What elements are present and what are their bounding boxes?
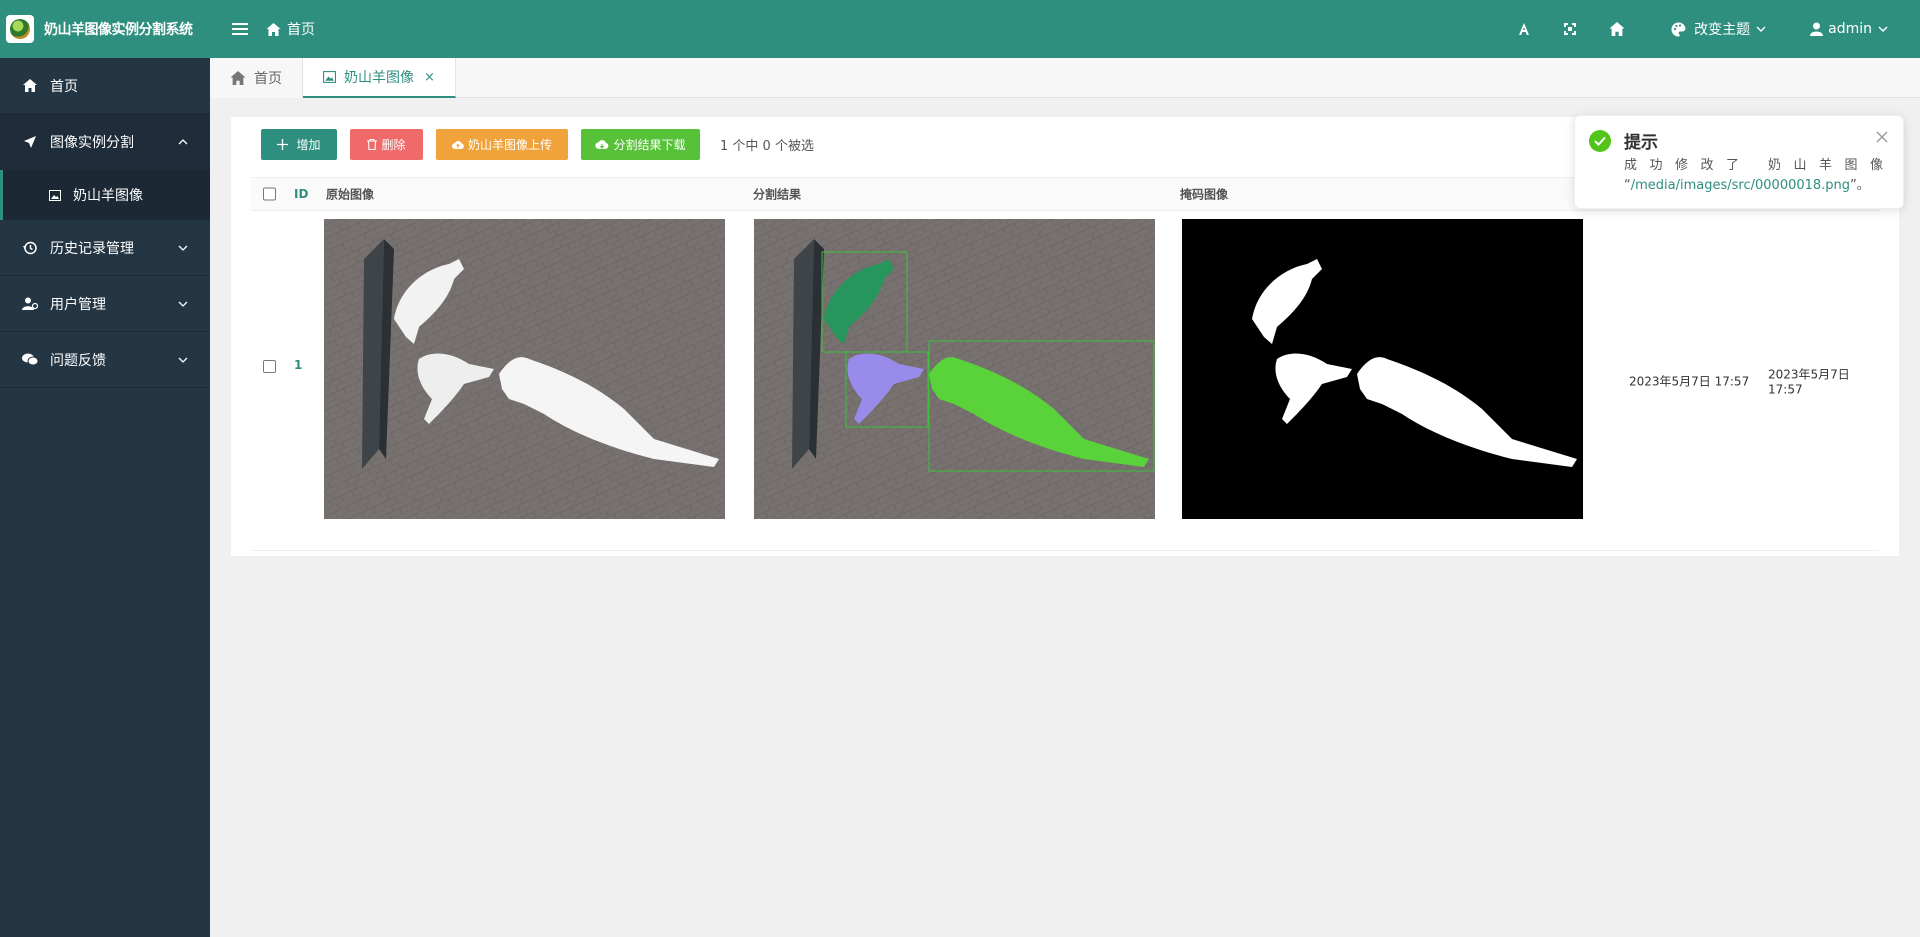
tab-label: 首页 <box>254 71 282 87</box>
sidebar-item-history[interactable]: 历史记录管理 <box>0 220 210 276</box>
header-actions: 改变主题 admin <box>1501 0 1920 58</box>
col-original-image: 原始图像 <box>326 187 375 202</box>
fullscreen-button[interactable] <box>1547 0 1593 58</box>
chevron-down-icon <box>1878 26 1888 32</box>
delete-label: 删除 <box>381 138 406 152</box>
user-icon <box>1810 22 1824 36</box>
brand: 奶山羊图像实例分割系统 <box>0 0 210 58</box>
sidebar-item-segmentation[interactable]: 图像实例分割 <box>0 114 210 170</box>
download-button[interactable]: 分割结果下载 <box>581 129 700 160</box>
selection-info: 1 个中 0 个被选 <box>720 139 814 154</box>
select-all-checkbox[interactable] <box>263 187 276 201</box>
delete-button[interactable]: 删除 <box>350 129 423 160</box>
table-row: 1 2023年5月7日 17:57 2023年5月7日 17:57 <box>251 211 1879 551</box>
sidebar-item-label: 用户管理 <box>50 296 106 313</box>
image-icon <box>323 71 336 83</box>
tab-label: 奶山羊图像 <box>344 70 414 86</box>
updated-date: 2023年5月7日 17:57 <box>1768 367 1850 396</box>
sidebar: 奶山羊图像实例分割系统 首页 图像实例分割 奶山羊图像 历史记录管理 用户管理 … <box>0 0 210 937</box>
success-check-icon <box>1589 130 1611 152</box>
sidebar-item-users[interactable]: 用户管理 <box>0 276 210 332</box>
palette-icon <box>1671 21 1686 36</box>
home-icon <box>1609 22 1625 36</box>
close-icon[interactable] <box>1875 130 1889 144</box>
top-header: 首页 改变主题 admin <box>210 0 1920 58</box>
sidebar-item-label: 奶山羊图像 <box>73 188 143 204</box>
notification-title: 提示 <box>1624 133 1658 153</box>
sidebar-item-feedback[interactable]: 问题反馈 <box>0 332 210 388</box>
add-label: 增加 <box>296 138 321 152</box>
download-label: 分割结果下载 <box>613 138 686 152</box>
sidebar-item-goat-images[interactable]: 奶山羊图像 <box>0 170 210 220</box>
notification-path: /media/images/src/00000018.png <box>1630 178 1851 193</box>
home-button[interactable] <box>1593 0 1641 58</box>
segmentation-result-image[interactable] <box>754 219 1155 519</box>
chevron-down-icon <box>1756 26 1766 32</box>
notification-path-line: “/media/images/src/00000018.png”。 <box>1624 176 1870 196</box>
created-date: 2023年5月7日 17:57 <box>1629 374 1750 388</box>
success-notification: 提示 成功修改了 奶山羊图像 “/media/images/src/000000… <box>1574 115 1904 209</box>
data-table: ID 原始图像 分割结果 掩码图像 1 2023年5月7日 17:57 2023… <box>251 177 1879 551</box>
sidebar-item-label: 历史记录管理 <box>50 240 134 257</box>
cloud-upload-icon <box>451 140 464 149</box>
plus-icon <box>277 139 289 150</box>
sidebar-item-label: 问题反馈 <box>50 352 106 369</box>
home-icon <box>266 22 281 36</box>
feedback-icon <box>22 353 38 366</box>
font-size-button[interactable] <box>1501 0 1547 58</box>
send-icon <box>22 135 38 149</box>
upload-button[interactable]: 奶山羊图像上传 <box>436 129 568 160</box>
breadcrumb-label: 首页 <box>287 22 315 38</box>
app-logo <box>6 15 34 43</box>
col-id[interactable]: ID <box>294 187 308 201</box>
sidebar-menu: 首页 图像实例分割 奶山羊图像 历史记录管理 用户管理 问题反馈 <box>0 58 210 388</box>
chevron-down-icon <box>178 301 188 307</box>
mask-image[interactable] <box>1182 219 1583 519</box>
toolbar: 增加 删除 奶山羊图像上传 分割结果下载 1 个中 0 个被选 <box>261 129 814 160</box>
sidebar-item-label: 首页 <box>50 78 78 95</box>
fullscreen-icon <box>1564 23 1577 35</box>
home-icon <box>230 71 246 85</box>
theme-dropdown[interactable]: 改变主题 <box>1641 0 1794 58</box>
row-id[interactable]: 1 <box>294 358 302 372</box>
user-manage-icon <box>22 297 38 310</box>
row-checkbox[interactable] <box>263 360 276 373</box>
tab-home[interactable]: 首页 <box>210 58 303 98</box>
chevron-up-icon <box>178 138 188 144</box>
sidebar-item-label: 图像实例分割 <box>50 134 134 151</box>
user-dropdown[interactable]: admin <box>1794 0 1920 58</box>
breadcrumb[interactable]: 首页 <box>266 19 315 39</box>
cloud-download-icon <box>595 140 609 149</box>
image-icon <box>49 189 61 201</box>
sidebar-item-home[interactable]: 首页 <box>0 58 210 114</box>
original-image[interactable] <box>324 219 725 519</box>
menu-toggle-icon[interactable] <box>232 23 248 35</box>
upload-label: 奶山羊图像上传 <box>467 138 552 152</box>
col-mask-image: 掩码图像 <box>1180 187 1229 202</box>
app-title: 奶山羊图像实例分割系统 <box>44 22 193 38</box>
quote-open: “ <box>1624 178 1631 193</box>
col-segmentation-result: 分割结果 <box>753 187 802 202</box>
home-icon <box>22 79 38 92</box>
history-icon <box>22 241 38 255</box>
notification-message: 成功修改了 奶山羊图像 <box>1624 158 1886 173</box>
add-button[interactable]: 增加 <box>261 129 337 160</box>
font-icon <box>1519 23 1530 35</box>
chevron-down-icon <box>178 245 188 251</box>
user-label: admin <box>1828 21 1872 37</box>
page-tabs: 首页 奶山羊图像 × <box>210 58 1920 98</box>
quote-close: ”。 <box>1850 178 1870 193</box>
tab-close-icon[interactable]: × <box>424 70 435 85</box>
tab-goat-images[interactable]: 奶山羊图像 × <box>303 58 456 98</box>
trash-icon <box>367 139 378 150</box>
chevron-down-icon <box>178 357 188 363</box>
theme-label: 改变主题 <box>1694 22 1751 38</box>
